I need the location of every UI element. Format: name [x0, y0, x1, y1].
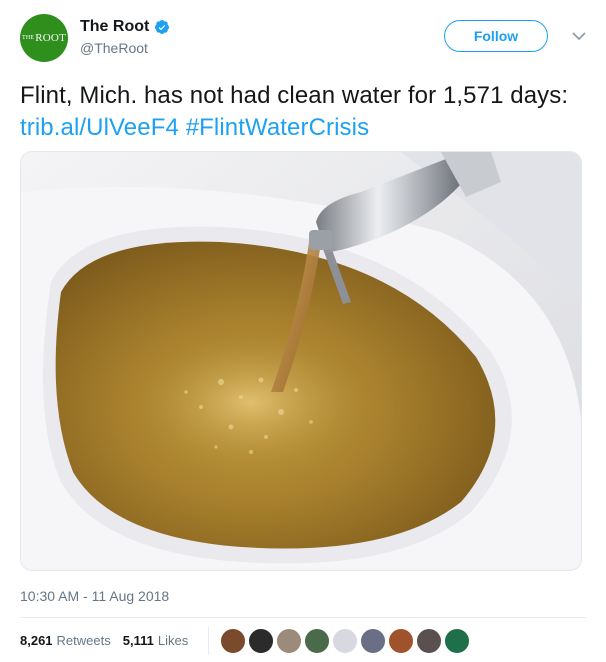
- author-display-name[interactable]: The Root: [80, 18, 149, 36]
- avatar[interactable]: THE ROOT: [20, 14, 68, 62]
- retweets-stat[interactable]: 8,261 Retweets: [20, 633, 111, 648]
- tweet-text: Flint, Mich. has not had clean water for…: [20, 80, 586, 144]
- verified-badge-icon: [155, 20, 170, 34]
- tweet-timestamp[interactable]: 10:30 AM - 11 Aug 2018: [20, 588, 169, 604]
- author-names: The Root @TheRoot: [80, 18, 170, 56]
- liker-avatar[interactable]: [416, 628, 442, 654]
- liker-avatar[interactable]: [220, 628, 246, 654]
- brown-water-sink-photo: [21, 152, 581, 570]
- avatar-logo-small: THE: [21, 35, 35, 41]
- follow-button[interactable]: Follow: [444, 20, 548, 52]
- liker-avatar[interactable]: [388, 628, 414, 654]
- divider: [20, 617, 586, 618]
- stats-separator: [208, 627, 209, 655]
- liker-avatar[interactable]: [304, 628, 330, 654]
- liker-avatar[interactable]: [444, 628, 470, 654]
- liker-avatar[interactable]: [276, 628, 302, 654]
- tweet-link[interactable]: trib.al/UlVeeF4: [20, 114, 179, 141]
- likes-label: Likes: [157, 633, 189, 648]
- liker-avatar[interactable]: [248, 628, 274, 654]
- tweet-text-body: Flint, Mich. has not had clean water for…: [20, 82, 569, 109]
- tweet-stats: 8,261 Retweets 5,111 Likes: [20, 633, 200, 648]
- liker-avatar[interactable]: [332, 628, 358, 654]
- tweet-photo[interactable]: [20, 151, 582, 571]
- avatar-logo-main: ROOT: [35, 32, 66, 44]
- tweet-hashtag[interactable]: #FlintWaterCrisis: [186, 114, 370, 141]
- author-display-name-row[interactable]: The Root: [80, 18, 170, 36]
- liker-avatar[interactable]: [360, 628, 386, 654]
- retweets-count: 8,261: [20, 633, 53, 648]
- likes-count: 5,111: [122, 633, 154, 648]
- likers-avatars: [220, 628, 472, 654]
- chevron-down-icon[interactable]: [572, 31, 586, 41]
- tweet-header: THE ROOT The Root @TheRoot Follow: [20, 12, 586, 62]
- likes-stat[interactable]: 5,111 Likes: [123, 633, 188, 648]
- author-handle[interactable]: @TheRoot: [80, 40, 170, 56]
- retweets-label: Retweets: [56, 633, 111, 648]
